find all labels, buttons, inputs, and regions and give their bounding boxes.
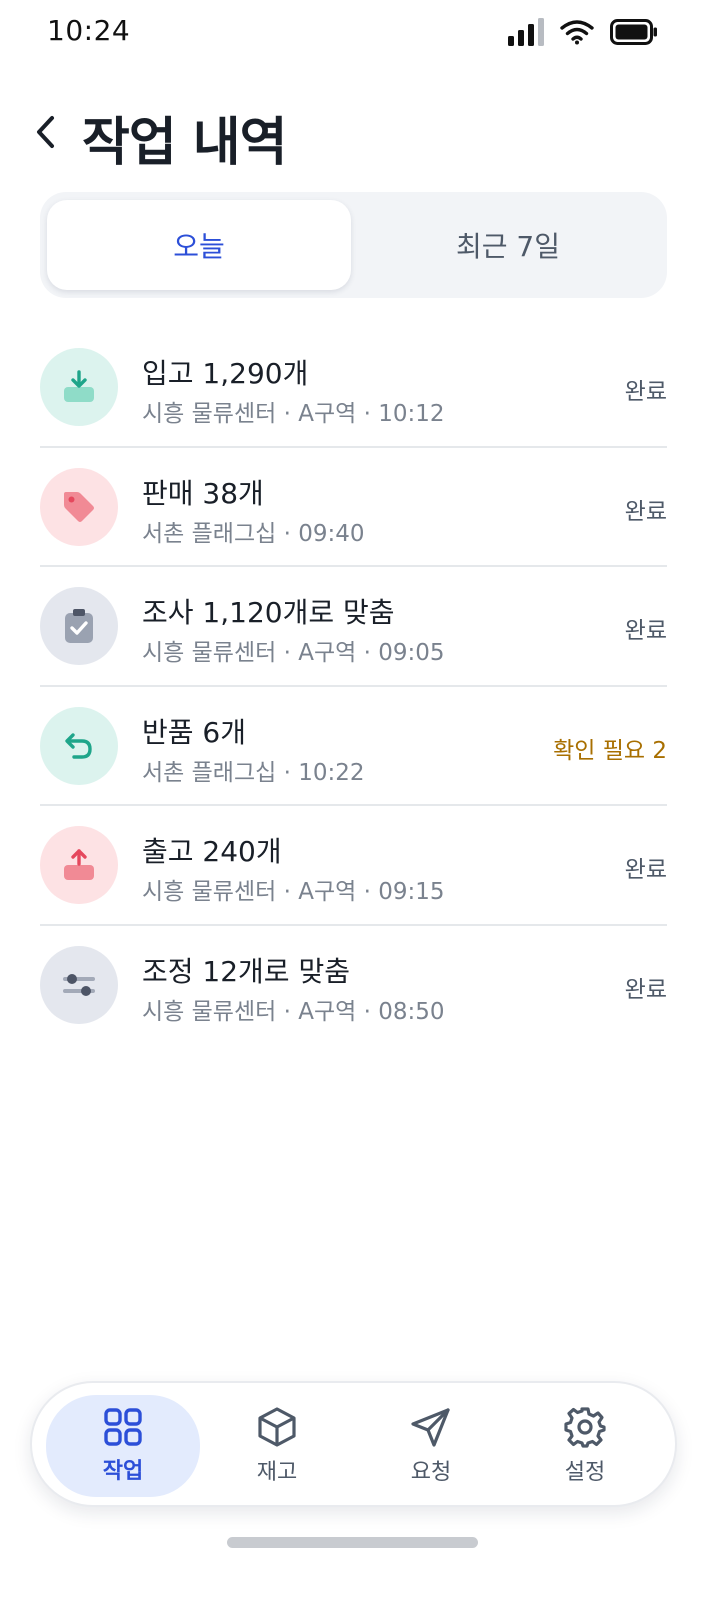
activity-list: 입고 1,290개 시흥 물류센터 · A구역 · 10:12 완료 판매 38… — [40, 328, 667, 1046]
list-item[interactable]: 반품 6개 서촌 플래그십 · 10:22 확인 필요 2 — [40, 687, 667, 807]
nav-tab-inventory[interactable]: 재고 — [200, 1395, 354, 1497]
sliders-icon — [40, 945, 118, 1024]
tab-today[interactable]: 오늘 — [47, 200, 351, 290]
status-label: 완료 — [624, 976, 667, 1003]
tab-last-7-days[interactable]: 최근 7일 — [356, 200, 660, 290]
battery-icon — [610, 19, 657, 45]
list-item-subtitle: 시흥 물류센터 · A구역 · 09:05 — [142, 640, 445, 667]
nav-tab-requests[interactable]: 요청 — [354, 1395, 508, 1497]
signal-icon — [508, 18, 544, 46]
outbound-box-icon — [40, 826, 118, 905]
list-item-title: 입고 1,290개 — [142, 357, 309, 390]
grid-icon — [104, 1408, 142, 1446]
status-label: 확인 필요 2 — [553, 737, 667, 764]
cube-icon — [258, 1407, 296, 1447]
list-item-subtitle: 시흥 물류센터 · A구역 · 10:12 — [142, 401, 445, 427]
nav-label: 요청 — [410, 1460, 452, 1485]
status-bar: 10:24 — [0, 0, 720, 68]
inbound-box-icon — [40, 348, 118, 426]
list-item[interactable]: 조정 12개로 맞춤 시흥 물류센터 · A구역 · 08:50 완료 — [40, 926, 667, 1046]
status-label: 완료 — [624, 857, 667, 884]
page-title: 작업 내역 — [82, 113, 287, 173]
wifi-icon — [560, 20, 594, 45]
list-item-title: 조정 12개로 맞춤 — [142, 954, 350, 988]
status-label: 완료 — [624, 379, 667, 405]
back-button[interactable] — [28, 110, 62, 154]
period-segment-control: 오늘 최근 7일 — [40, 192, 667, 298]
status-time: 10:24 — [47, 14, 131, 47]
chevron-left-icon — [37, 116, 54, 148]
list-item-subtitle: 서촌 플래그십 · 09:40 — [142, 520, 365, 547]
list-item[interactable]: 조사 1,120개로 맞춤 시흥 물류센터 · A구역 · 09:05 완료 — [40, 567, 667, 687]
list-item-subtitle: 시흥 물류센터 · A구역 · 08:50 — [142, 998, 445, 1025]
header: 작업 내역 — [0, 96, 720, 176]
price-tag-icon — [40, 467, 118, 546]
list-item-title: 판매 38개 — [142, 476, 264, 510]
return-arrow-icon — [40, 706, 118, 785]
status-label: 완료 — [624, 618, 667, 645]
send-icon — [411, 1408, 450, 1447]
nav-tab-work[interactable]: 작업 — [46, 1395, 200, 1497]
gear-icon — [564, 1407, 606, 1448]
nav-label: 재고 — [256, 1460, 298, 1485]
nav-label: 작업 — [102, 1459, 144, 1484]
clipboard-check-icon — [40, 587, 118, 666]
nav-label: 설정 — [564, 1460, 606, 1485]
home-indicator — [227, 1537, 478, 1548]
status-label: 완료 — [624, 498, 667, 525]
bottom-nav: 작업 재고 요청 설정 — [30, 1381, 677, 1507]
nav-tab-settings[interactable]: 설정 — [508, 1395, 662, 1497]
status-icons — [508, 18, 658, 46]
list-item[interactable]: 판매 38개 서촌 플래그십 · 09:40 완료 — [40, 448, 667, 568]
list-item[interactable]: 출고 240개 시흥 물류센터 · A구역 · 09:15 완료 — [40, 806, 667, 926]
list-item-subtitle: 서촌 플래그십 · 10:22 — [142, 759, 365, 786]
list-item-title: 출고 240개 — [142, 835, 282, 869]
list-item-title: 반품 6개 — [142, 715, 246, 749]
list-item-subtitle: 시흥 물류센터 · A구역 · 09:15 — [142, 879, 445, 906]
list-item[interactable]: 입고 1,290개 시흥 물류센터 · A구역 · 10:12 완료 — [40, 328, 667, 448]
list-item-title: 조사 1,120개로 맞춤 — [142, 596, 395, 630]
